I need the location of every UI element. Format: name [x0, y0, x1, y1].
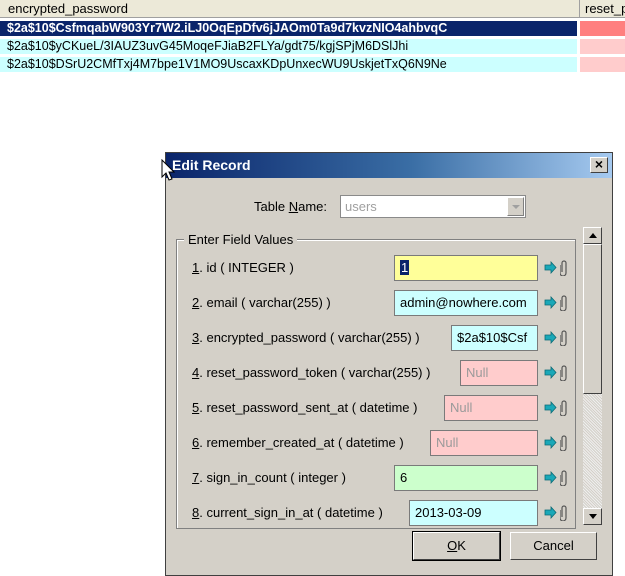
column-header-encrypted-password[interactable]: encrypted_password — [0, 0, 580, 17]
fields-scrollbar[interactable] — [583, 227, 602, 525]
dropdown-arrow-icon[interactable] — [507, 197, 524, 216]
cancel-button[interactable]: Cancel — [510, 532, 597, 560]
edit-record-dialog: Edit Record × Table Name: users Enter Fi… — [165, 152, 613, 576]
table-name-value: users — [345, 199, 377, 214]
grid-cell-reset[interactable] — [580, 39, 625, 54]
field-label: 8. current_sign_in_at ( datetime ) — [192, 505, 383, 520]
field-row-reset-password-sent-at: 5. reset_password_sent_at ( datetime ) N… — [166, 395, 578, 421]
paperclip-icon[interactable] — [560, 435, 568, 451]
ok-button[interactable]: OK — [412, 531, 501, 561]
encrypted-password-field[interactable]: $2a$10$Csf — [451, 325, 538, 351]
grid-cell[interactable]: $2a$10$CsfmqabW903Yr7W2.iLJ0OqEpDfv6jJAO… — [0, 21, 577, 36]
grid-cell-reset[interactable] — [580, 57, 625, 72]
field-label: 3. encrypted_password ( varchar(255) ) — [192, 330, 420, 345]
paperclip-icon[interactable] — [560, 470, 568, 486]
field-label: 2. email ( varchar(255) ) — [192, 295, 331, 310]
sign-in-count-field[interactable]: 6 — [394, 465, 538, 491]
table-row-selected[interactable]: $2a$10$CsfmqabW903Yr7W2.iLJ0OqEpDfv6jJAO… — [0, 21, 625, 36]
field-row-current-sign-in-at: 8. current_sign_in_at ( datetime ) 2013-… — [166, 500, 578, 526]
field-row-reset-password-token: 4. reset_password_token ( varchar(255) )… — [166, 360, 578, 386]
scroll-down-button[interactable] — [583, 508, 602, 525]
go-arrow-icon[interactable] — [544, 331, 557, 344]
go-arrow-icon[interactable] — [544, 366, 557, 379]
paperclip-icon[interactable] — [560, 365, 568, 381]
grid-header: encrypted_password reset_p — [0, 0, 625, 18]
reset-password-sent-at-field[interactable]: Null — [444, 395, 538, 421]
go-arrow-icon[interactable] — [544, 506, 557, 519]
id-field[interactable]: 1 — [394, 255, 538, 281]
field-label: 7. sign_in_count ( integer ) — [192, 470, 346, 485]
go-arrow-icon[interactable] — [544, 401, 557, 414]
paperclip-icon[interactable] — [560, 295, 568, 311]
email-field[interactable]: admin@nowhere.com — [394, 290, 538, 316]
field-row-remember-created-at: 6. remember_created_at ( datetime ) Null — [166, 430, 578, 456]
close-button[interactable]: × — [590, 157, 608, 173]
close-icon: × — [594, 156, 604, 172]
field-row-email: 2. email ( varchar(255) ) admin@nowhere.… — [166, 290, 578, 316]
field-label: 5. reset_password_sent_at ( datetime ) — [192, 400, 418, 415]
field-row-id: 1. id ( INTEGER ) 1 — [166, 255, 578, 281]
dialog-title: Edit Record — [172, 157, 251, 173]
grid-cell[interactable]: $2a$10$DSrU2CMfTxj4M7bpe1V1MO9UscaxKDpUn… — [0, 57, 577, 72]
remember-created-at-field[interactable]: Null — [430, 430, 538, 456]
current-sign-in-at-field[interactable]: 2013-03-09 — [409, 500, 538, 526]
records-grid: encrypted_password reset_p $2a$10$Csfmqa… — [0, 0, 625, 80]
field-label: 1. id ( INTEGER ) — [192, 260, 294, 275]
go-arrow-icon[interactable] — [544, 261, 557, 274]
go-arrow-icon[interactable] — [544, 471, 557, 484]
dialog-titlebar[interactable]: Edit Record × — [166, 153, 612, 178]
table-row[interactable]: $2a$10$yCKueL/3IAUZ3uvG45MoqeFJiaB2FLYa/… — [0, 39, 625, 54]
field-label: 4. reset_password_token ( varchar(255) ) — [192, 365, 431, 380]
grid-cell[interactable]: $2a$10$yCKueL/3IAUZ3uvG45MoqeFJiaB2FLYa/… — [0, 39, 577, 54]
table-row[interactable]: $2a$10$DSrU2CMfTxj4M7bpe1V1MO9UscaxKDpUn… — [0, 57, 625, 72]
column-header-reset-password[interactable]: reset_p — [580, 0, 625, 17]
paperclip-icon[interactable] — [560, 505, 568, 521]
table-name-label: Table Name: — [254, 199, 327, 214]
paperclip-icon[interactable] — [560, 330, 568, 346]
group-label: Enter Field Values — [184, 232, 298, 247]
reset-password-token-field[interactable]: Null — [460, 360, 538, 386]
scroll-thumb[interactable] — [583, 244, 602, 394]
scroll-up-button[interactable] — [583, 227, 602, 244]
field-label: 6. remember_created_at ( datetime ) — [192, 435, 404, 450]
table-name-select[interactable]: users — [340, 195, 526, 218]
grid-cell-reset[interactable] — [580, 21, 625, 36]
field-row-encrypted-password: 3. encrypted_password ( varchar(255) ) $… — [166, 325, 578, 351]
field-row-sign-in-count: 7. sign_in_count ( integer ) 6 — [166, 465, 578, 491]
go-arrow-icon[interactable] — [544, 296, 557, 309]
paperclip-icon[interactable] — [560, 400, 568, 416]
go-arrow-icon[interactable] — [544, 436, 557, 449]
mouse-cursor-icon — [161, 159, 175, 181]
paperclip-icon[interactable] — [560, 260, 568, 276]
